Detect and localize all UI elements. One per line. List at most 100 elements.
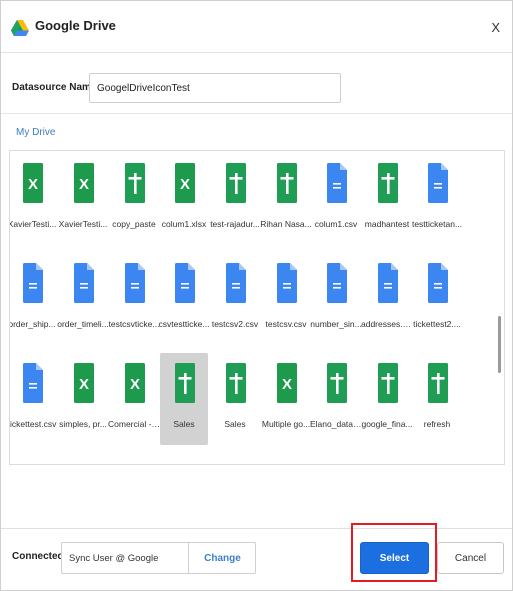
svg-text:X: X	[282, 376, 292, 393]
sheets-file-icon	[378, 363, 398, 403]
docs-file-icon	[327, 163, 347, 203]
file-item[interactable]: testcsv.csv	[262, 253, 310, 345]
file-item[interactable]: X Multiple go...	[262, 353, 310, 445]
file-item[interactable]: madhantest	[363, 153, 411, 245]
file-name-label: Elano_datat...	[310, 419, 362, 429]
file-grid[interactable]: X XavierTesti... X XavierTesti... copy_paste…	[9, 150, 505, 465]
dialog-title: Google Drive	[35, 18, 116, 33]
file-item[interactable]: order_ship...	[9, 253, 56, 345]
account-field: Sync User @ Google Change	[61, 542, 256, 574]
file-name-label: Comercial - ...	[108, 419, 160, 429]
sheets-file-icon	[428, 363, 448, 403]
file-item[interactable]: test-rajadur...	[210, 153, 260, 245]
file-item[interactable]: csvtestticke...	[158, 253, 210, 345]
svg-text:X: X	[28, 176, 38, 193]
docs-file-icon	[428, 163, 448, 203]
file-item[interactable]: Xcolum1.xlsx	[160, 153, 208, 245]
excel-file-icon: X	[175, 163, 195, 203]
file-item[interactable]: order_timeli...	[57, 253, 109, 345]
file-item[interactable]: X Comercial - ...	[108, 353, 160, 445]
google-drive-dialog: Google Drive X Datasource Name My Drive …	[0, 0, 513, 591]
file-name-label: colum1.csv	[314, 219, 358, 229]
file-name-label: order_timeli...	[57, 319, 109, 329]
datasource-name-label: Datasource Name	[12, 82, 97, 93]
file-item[interactable]: testticketan...	[411, 153, 463, 245]
sheets-file-icon	[378, 163, 398, 203]
file-name-label: tickettest2....	[413, 319, 461, 329]
file-item[interactable]: number_sin...	[310, 253, 362, 345]
file-name-label: colum1.xlsx	[161, 219, 207, 229]
excel-file-icon: X	[23, 163, 43, 203]
docs-file-icon	[428, 263, 448, 303]
file-name-label: XavierTesti...	[9, 219, 57, 229]
excel-file-icon: X	[125, 363, 145, 403]
file-name-label: madhantest	[364, 219, 410, 229]
file-item[interactable]: X XavierTesti...	[9, 153, 57, 245]
docs-file-icon	[327, 263, 347, 303]
cancel-button[interactable]: Cancel	[437, 542, 504, 574]
file-name-label: google_fina...	[361, 419, 413, 429]
sheets-file-icon	[175, 363, 195, 403]
file-name-label: Sales	[224, 419, 246, 429]
file-name-label: refresh	[423, 419, 451, 429]
file-item[interactable]: Sales	[211, 353, 259, 445]
file-name-label: test-rajadur...	[210, 219, 260, 229]
file-item[interactable]: colum1.csv	[312, 153, 360, 245]
file-name-label: testcsv.csv	[265, 319, 307, 329]
sheets-file-icon	[226, 163, 246, 203]
scrollbar-thumb[interactable]	[498, 316, 501, 373]
file-name-label: tickettest.csv	[9, 419, 57, 429]
close-button[interactable]: X	[491, 20, 500, 35]
file-item[interactable]: google_fina...	[361, 353, 413, 445]
docs-file-icon	[74, 263, 94, 303]
excel-file-icon: X	[277, 363, 297, 403]
select-button[interactable]: Select	[360, 542, 429, 574]
divider	[1, 113, 512, 114]
file-name-label: testcsvticke...	[108, 319, 160, 329]
google-drive-logo-icon	[11, 20, 29, 36]
excel-file-icon: X	[74, 163, 94, 203]
file-item[interactable]: X XavierTesti...	[59, 153, 107, 245]
file-item[interactable]: refresh	[413, 353, 461, 445]
sheets-file-icon	[125, 163, 145, 203]
file-name-label: order_ship...	[9, 319, 56, 329]
change-account-button[interactable]: Change	[188, 543, 256, 573]
file-name-label: Multiple go...	[261, 419, 311, 429]
file-item[interactable]: testcsv2.csv	[211, 253, 259, 345]
file-name-label: XavierTesti...	[58, 219, 108, 229]
datasource-name-input[interactable]	[89, 73, 341, 103]
file-name-label: addresses.c...	[361, 319, 413, 329]
svg-text:X: X	[180, 176, 190, 193]
file-name-label: testcsv2.csv	[211, 319, 259, 329]
svg-text:X: X	[130, 376, 140, 393]
file-item[interactable]: Elano_datat...	[310, 353, 362, 445]
file-item[interactable]: tickettest2....	[413, 253, 461, 345]
file-name-label: Rihan Nasa...	[260, 219, 312, 229]
file-item[interactable]: Rihan Nasa...	[260, 153, 312, 245]
sheets-file-icon	[226, 363, 246, 403]
file-item[interactable]: testcsvticke...	[108, 253, 160, 345]
docs-file-icon	[23, 263, 43, 303]
file-name-label: testticketan...	[411, 219, 463, 229]
docs-file-icon	[125, 263, 145, 303]
file-item[interactable]: Sales	[160, 353, 208, 445]
file-item[interactable]: tickettest.csv	[9, 353, 57, 445]
breadcrumb-my-drive[interactable]: My Drive	[16, 127, 55, 138]
docs-file-icon	[378, 263, 398, 303]
file-item[interactable]: addresses.c...	[361, 253, 413, 345]
file-name-label: Sales	[173, 419, 195, 429]
file-item[interactable]: copy_paste	[110, 153, 158, 245]
sheets-file-icon	[277, 163, 297, 203]
file-name-label: simples, pr...	[59, 419, 107, 429]
docs-file-icon	[277, 263, 297, 303]
docs-file-icon	[175, 263, 195, 303]
docs-file-icon	[23, 363, 43, 403]
docs-file-icon	[226, 263, 246, 303]
file-item[interactable]: Xsimples, pr...	[59, 353, 107, 445]
excel-file-icon: X	[74, 363, 94, 403]
file-name-label: csvtestticke...	[158, 319, 210, 329]
svg-text:X: X	[79, 376, 89, 393]
account-name: Sync User @ Google	[69, 553, 159, 564]
svg-text:X: X	[79, 176, 89, 193]
dialog-header: Google Drive X	[1, 1, 512, 53]
